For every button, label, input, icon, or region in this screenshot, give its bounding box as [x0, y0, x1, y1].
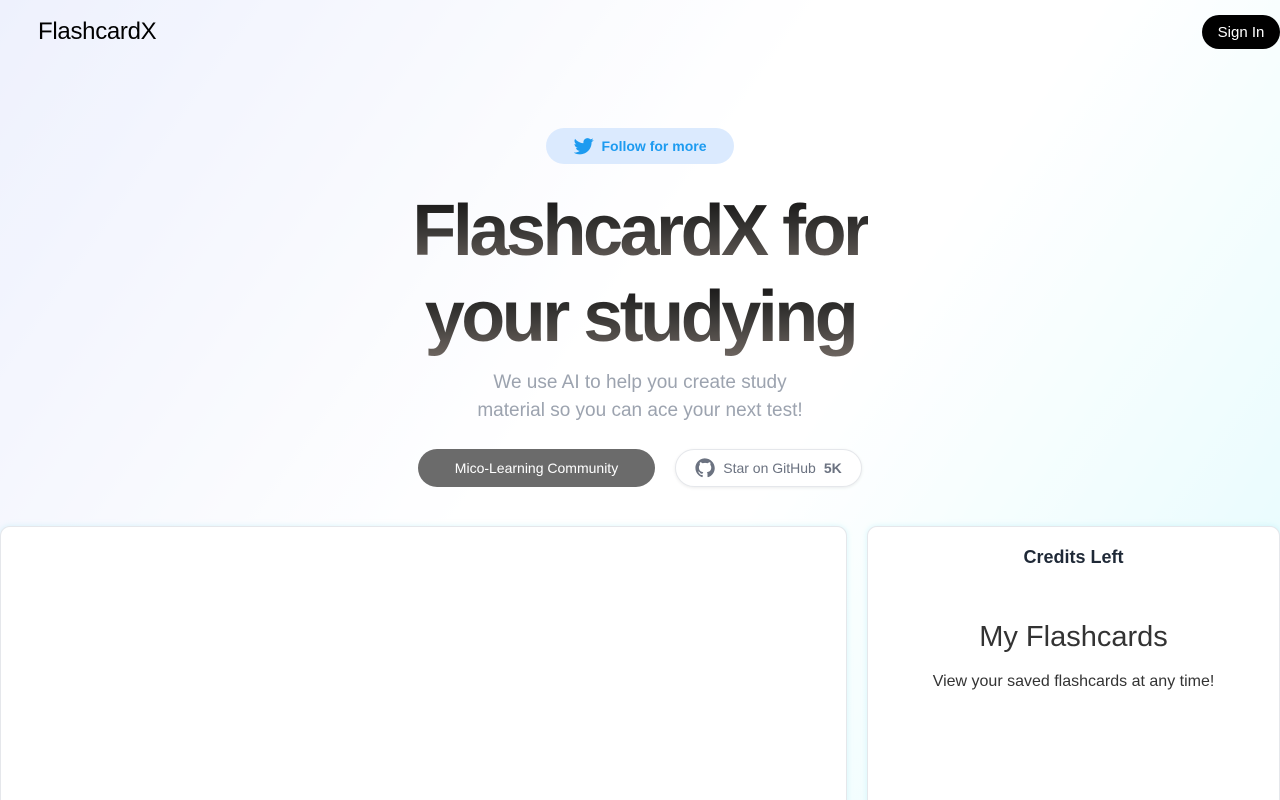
hero-title-line1: FlashcardX for [412, 191, 871, 271]
credits-left-title: Credits Left [1023, 547, 1124, 567]
hero-subtitle-line1: We use AI to help you create study [493, 372, 787, 393]
github-icon [695, 458, 715, 478]
github-label: Star on GitHub [723, 460, 816, 476]
my-flashcards-title[interactable]: My Flashcards [868, 621, 1279, 654]
hero-title: FlashcardX for your studying [0, 188, 1280, 360]
my-flashcards-subtitle: View your saved flashcards at any time! [932, 673, 1215, 690]
follow-label: Follow for more [601, 138, 707, 154]
github-star-count: 5K [823, 460, 842, 476]
sidebar-panel: Credits Left My Flashcards View your sav… [867, 526, 1280, 800]
community-button[interactable]: Mico-Learning Community [418, 449, 655, 487]
github-star-button[interactable]: Star on GitHub 5K [675, 449, 862, 487]
app-logo[interactable]: FlashcardX [38, 18, 157, 46]
twitter-icon [573, 138, 594, 155]
main-panel [0, 526, 847, 800]
community-label: Mico-Learning Community [454, 460, 619, 476]
hero-title-line2: your studying [424, 277, 859, 357]
sign-in-button[interactable]: Sign In [1202, 15, 1280, 49]
hero-subtitle-line2: material so you can ace your next test! [477, 400, 803, 421]
hero-subtitle: We use AI to help you create study mater… [440, 369, 840, 425]
follow-twitter-button[interactable]: Follow for more [546, 128, 734, 164]
